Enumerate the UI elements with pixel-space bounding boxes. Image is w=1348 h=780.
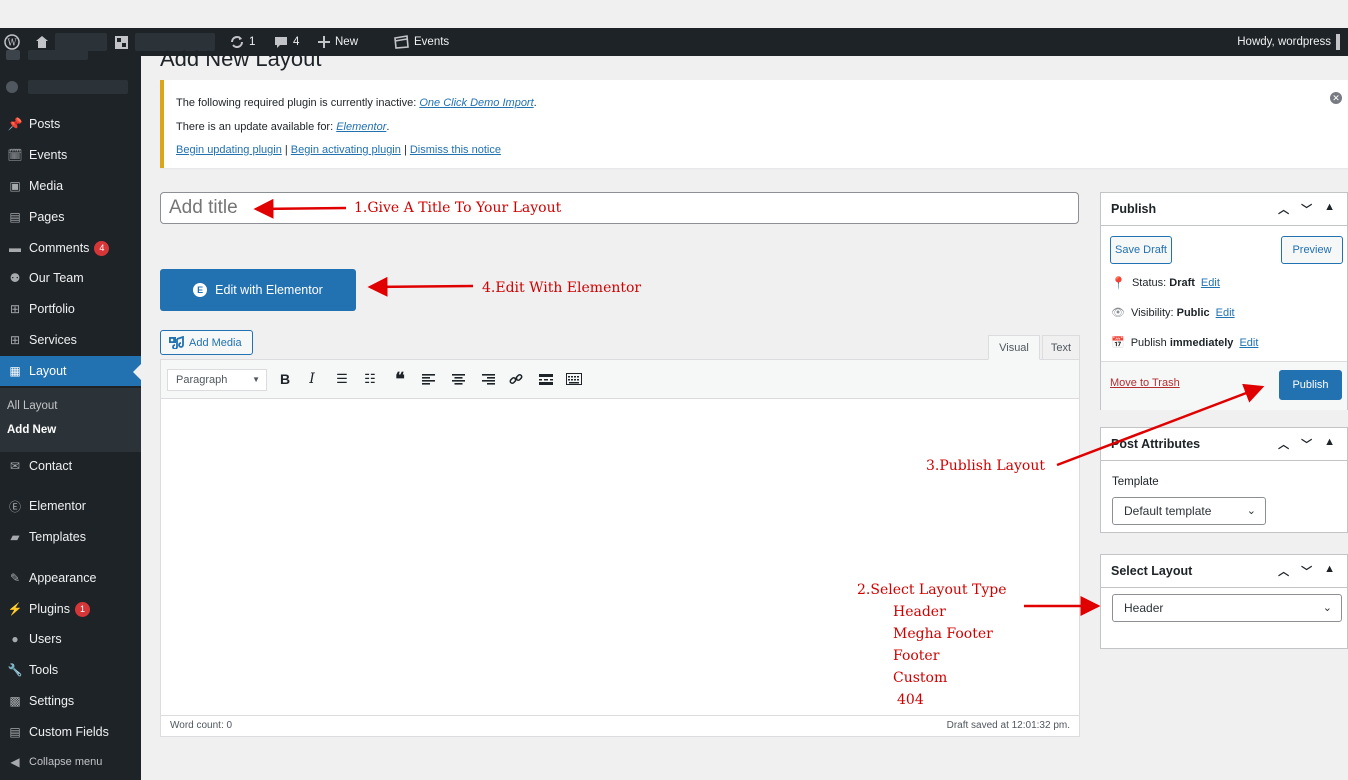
- annotation-arrows: [253, 198, 1265, 616]
- arrow-to-publish: [1056, 383, 1265, 467]
- annotation-option: Footer: [893, 648, 940, 664]
- annotation-step-2: 2.Select Layout Type: [857, 582, 1007, 598]
- tab-visual[interactable]: Visual: [988, 335, 1040, 360]
- annotation-option: 404: [897, 692, 924, 708]
- annotation-option: Custom: [893, 670, 948, 686]
- annotation-option: Header: [893, 604, 946, 620]
- annotation-step-3: 3.Publish Layout: [926, 458, 1045, 474]
- annotation-step-4: 4.Edit With Elementor: [482, 280, 642, 296]
- annotation-step-1: 1.Give A Title To Your Layout: [354, 200, 562, 216]
- arrow-to-title: [253, 198, 347, 219]
- annotation-option: Megha Footer: [893, 626, 993, 642]
- arrow-to-elementor: [367, 276, 474, 297]
